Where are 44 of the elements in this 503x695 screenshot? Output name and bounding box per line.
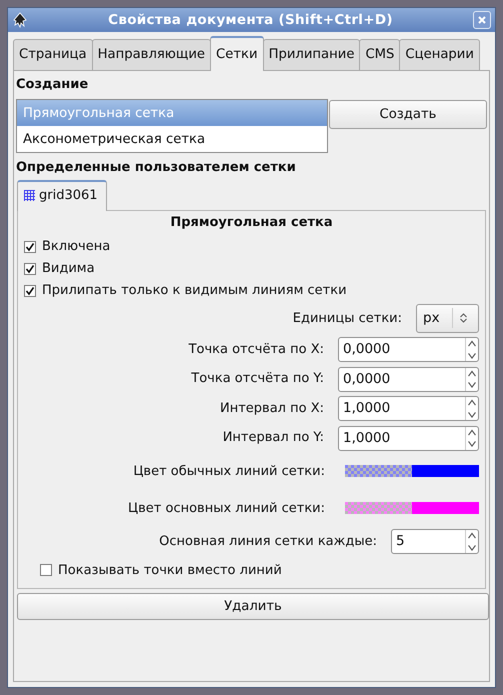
tab[interactable]: Сценарии xyxy=(399,39,480,70)
checkbox-label: Включена xyxy=(42,238,110,256)
number-field[interactable]: 1,0000 xyxy=(338,426,479,451)
grid-icon xyxy=(24,190,35,202)
section-heading: Создание xyxy=(16,76,90,94)
panel-title: Прямоугольная сетка xyxy=(169,214,334,232)
tab[interactable]: Сетки xyxy=(210,36,264,71)
color-swatch[interactable] xyxy=(345,502,479,514)
field-label: Точка отсчёта по Y: xyxy=(191,370,324,388)
tab[interactable]: CMS xyxy=(359,39,400,70)
checkbox[interactable] xyxy=(40,564,52,576)
field-label: Интервал по X: xyxy=(220,400,324,418)
grid-tab[interactable]: grid3061 xyxy=(17,180,107,212)
field-label: Цвет обычных линий сетки: xyxy=(133,462,325,481)
app-logo-icon xyxy=(12,12,28,28)
up-down-arrows-icon[interactable] xyxy=(458,312,468,324)
checkbox[interactable] xyxy=(24,262,36,275)
tab[interactable]: Направляющие xyxy=(92,39,212,70)
checkbox[interactable] xyxy=(24,284,36,297)
dropdown-option[interactable]: Аксонометрическая сетка xyxy=(17,126,327,152)
checkbox-label: Показывать точки вместо линий xyxy=(58,562,282,580)
create-button[interactable]: Создать xyxy=(329,100,487,130)
field-label: Цвет основных линий сетки: xyxy=(128,500,325,518)
number-field[interactable]: 1,0000 xyxy=(338,396,479,422)
number-field[interactable]: 5 xyxy=(391,529,479,554)
unit-select[interactable]: px xyxy=(416,304,479,333)
field-label: Единицы сетки: xyxy=(292,310,402,328)
field-label: Интервал по Y: xyxy=(222,429,324,448)
number-field[interactable]: 0,0000 xyxy=(338,366,479,392)
field-label: Точка отсчёта по X: xyxy=(188,340,324,359)
close-icon[interactable] xyxy=(477,15,487,26)
close-button[interactable] xyxy=(473,11,491,29)
window-title: Свойства документа (Shift+Ctrl+D) xyxy=(107,10,394,30)
tab[interactable]: Страница xyxy=(13,39,93,70)
delete-button[interactable]: Удалить xyxy=(17,593,489,620)
checkbox-label: Видима xyxy=(42,260,95,278)
color-swatch[interactable] xyxy=(345,465,479,478)
number-field[interactable]: 0,0000 xyxy=(338,337,479,362)
field-label: Основная линия сетки каждые: xyxy=(159,532,377,551)
checkbox-label: Прилипать только к видимым линиям сетки xyxy=(42,282,347,300)
checkbox[interactable] xyxy=(24,240,36,253)
section-heading: Определенные пользователем сетки xyxy=(16,159,297,178)
tab-label: grid3061 xyxy=(39,186,98,205)
tab[interactable]: Прилипание xyxy=(262,39,360,70)
